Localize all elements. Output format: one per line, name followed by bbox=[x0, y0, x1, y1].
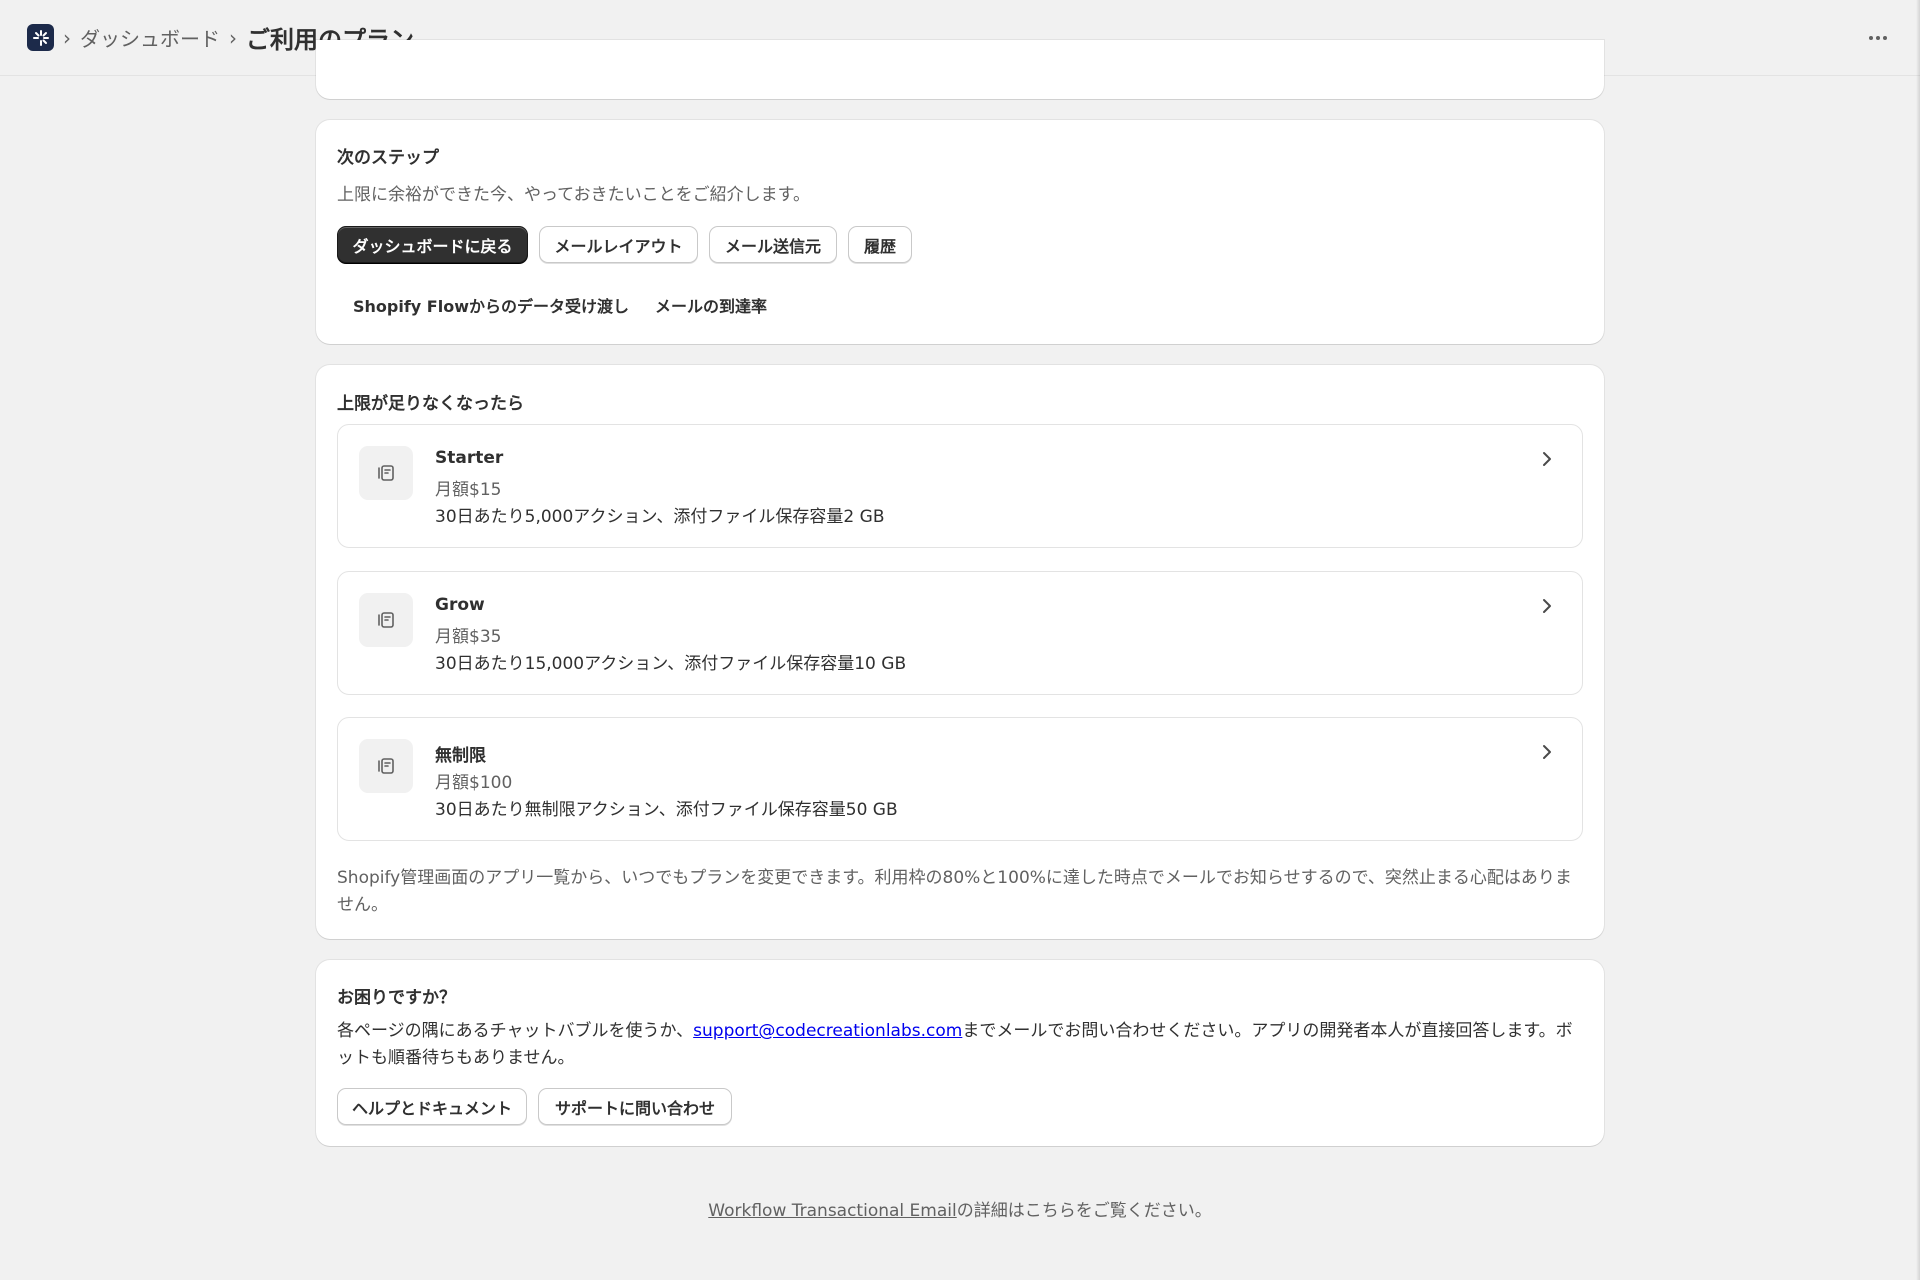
email-layout-button[interactable]: メールレイアウト bbox=[539, 226, 698, 263]
breadcrumb-separator-icon: › bbox=[63, 25, 71, 50]
plan-icon bbox=[359, 446, 413, 500]
email-deliverability-link[interactable]: メールの到達率 bbox=[655, 293, 767, 317]
footer-help: Workflow Transactional Emailの詳細はこちらをご覧くだ… bbox=[0, 1196, 1920, 1221]
support-email-link[interactable]: support@codecreationlabs.com bbox=[693, 1021, 962, 1041]
history-button[interactable]: 履歴 bbox=[848, 226, 912, 263]
help-title: お困りですか？ bbox=[337, 988, 456, 1008]
contact-support-button[interactable]: サポートに問い合わせ bbox=[538, 1088, 732, 1125]
plan-change-note: Shopify管理画面のアプリ一覧から、いつでもプランを変更できます。利用枠の8… bbox=[337, 868, 1572, 915]
help-docs-button[interactable]: ヘルプとドキュメント bbox=[337, 1088, 527, 1125]
app-frame: › ダッシュボード › ご利用のプラン 次のステップ 上限に余裕ができた今、やっ… bbox=[0, 0, 1920, 1280]
next-steps-card: 次のステップ 上限に余裕ができた今、やっておきたいことをご紹介します。 ダッシュ… bbox=[316, 120, 1604, 344]
more-actions-icon[interactable] bbox=[1860, 24, 1896, 52]
help-text-before: 各ページの隅にあるチャットバブルを使うか、 bbox=[337, 1021, 694, 1041]
plan-price: 月額$35 bbox=[435, 627, 502, 647]
breadcrumb-separator-icon: › bbox=[229, 25, 237, 50]
next-steps-title: 次のステップ bbox=[337, 148, 439, 168]
upgrade-card: 上限が足りなくなったら Starter 月額$15 30日あたり5,000アクシ… bbox=[316, 365, 1604, 939]
plan-description: 30日あたり5,000アクション、添付ファイル保存容量2 GB bbox=[435, 507, 885, 527]
plan-icon bbox=[359, 593, 413, 647]
plan-icon bbox=[359, 739, 413, 793]
email-sender-button[interactable]: メール送信元 bbox=[709, 226, 837, 263]
plan-name: Starter bbox=[435, 448, 504, 468]
next-steps-subtitle: 上限に余裕ができた今、やっておきたいことをご紹介します。 bbox=[337, 185, 810, 205]
plan-item-starter[interactable]: Starter 月額$15 30日あたり5,000アクション、添付ファイル保存容… bbox=[337, 424, 1583, 548]
plan-price: 月額$15 bbox=[435, 480, 502, 500]
footer-text: の詳細はこちらをご覧ください。 bbox=[956, 1201, 1212, 1221]
plan-description: 30日あたり15,000アクション、添付ファイル保存容量10 GB bbox=[435, 654, 907, 674]
app-info-link[interactable]: Workflow Transactional Email bbox=[708, 1201, 956, 1221]
chevron-right-icon bbox=[1543, 452, 1551, 466]
upgrade-title: 上限が足りなくなったら bbox=[337, 394, 524, 414]
app-logo-icon[interactable] bbox=[27, 24, 54, 51]
help-card: お困りですか？ 各ページの隅にあるチャットバブルを使うか、support@cod… bbox=[316, 960, 1604, 1146]
previous-card bbox=[316, 40, 1604, 99]
chevron-right-icon bbox=[1543, 745, 1551, 759]
shopify-flow-link[interactable]: Shopify Flowからのデータ受け渡し bbox=[353, 293, 629, 317]
plan-item-grow[interactable]: Grow 月額$35 30日あたり15,000アクション、添付ファイル保存容量1… bbox=[337, 571, 1583, 695]
breadcrumb-dashboard-link[interactable]: ダッシュボード bbox=[80, 23, 220, 52]
help-text: 各ページの隅にあるチャットバブルを使うか、support@codecreatio… bbox=[337, 1018, 1583, 1072]
chevron-right-icon bbox=[1543, 599, 1551, 613]
plan-price: 月額$100 bbox=[435, 773, 513, 793]
plan-description: 30日あたり無制限アクション、添付ファイル保存容量50 GB bbox=[435, 800, 898, 820]
back-to-dashboard-button[interactable]: ダッシュボードに戻る bbox=[337, 226, 528, 263]
plan-name: 無制限 bbox=[435, 746, 486, 766]
plan-name: Grow bbox=[435, 595, 485, 615]
plan-item-unlimited[interactable]: 無制限 月額$100 30日あたり無制限アクション、添付ファイル保存容量50 G… bbox=[337, 717, 1583, 841]
